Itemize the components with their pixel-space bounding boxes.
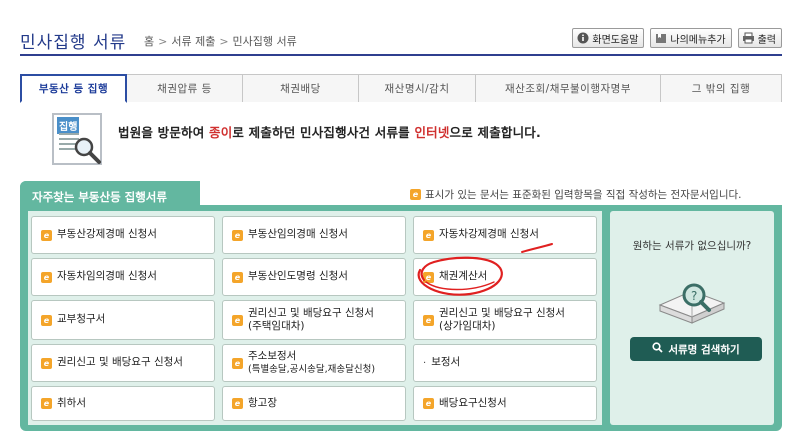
document-search-button[interactable]: 서류명 검색하기	[630, 337, 762, 361]
document-link[interactable]: e 채권계산서	[413, 258, 597, 296]
tab-real-estate[interactable]: 부동산 등 집행	[20, 74, 127, 103]
printer-icon	[742, 32, 755, 45]
tab-seizure[interactable]: 채권압류 등	[126, 74, 243, 102]
tab-property-inquiry[interactable]: 재산조회/채무불이행자명부	[475, 74, 661, 102]
document-link[interactable]: e 부동산임의경매 신청서	[222, 216, 406, 254]
document-link[interactable]: e 자동차강제경매 신청서	[413, 216, 597, 254]
intro-icon-label: 집행	[57, 117, 80, 134]
e-document-notice: e 표시가 있는 문서는 표준화된 입력항목을 직접 작성하는 전자문서입니다.	[410, 187, 742, 202]
document-magnifier-icon: 집행	[52, 113, 102, 165]
document-grid: e 부동산강제경매 신청서 e 부동산임의경매 신청서 e 자동차강제경매 신청서 e…	[28, 211, 602, 425]
e-document-icon: e	[41, 357, 52, 369]
e-document-icon: e	[41, 398, 52, 409]
tab-distribution[interactable]: 채권배당	[242, 74, 359, 102]
document-link[interactable]: e 부동산인도명령 신청서	[222, 258, 406, 296]
info-icon	[576, 32, 589, 45]
e-document-icon: e	[423, 271, 434, 283]
print-button-label: 출력	[757, 34, 776, 46]
no-document-question: 원하는 서류가 없으십니까?	[632, 240, 752, 252]
e-document-icon: e	[41, 271, 52, 283]
add-my-menu-label: 나의메뉴추가	[670, 34, 726, 46]
breadcrumb-documents[interactable]: 서류 제출	[171, 35, 215, 48]
e-document-icon: e	[423, 229, 434, 241]
document-link[interactable]: e 권리신고 및 배당요구 신청서 (상가임대차)	[413, 300, 597, 340]
svg-text:?: ?	[691, 289, 697, 303]
document-link[interactable]: e 권리신고 및 배당요구 신청서 (주택임대차)	[222, 300, 406, 340]
e-document-icon: e	[423, 398, 434, 409]
breadcrumb: 홈 > 서류 제출 > 민사집행 서류	[144, 33, 297, 49]
e-document-icon: e	[232, 314, 243, 326]
red-underline-annotation	[521, 243, 553, 253]
e-document-icon: e	[232, 271, 243, 283]
document-link[interactable]: e 교부청구서	[31, 300, 215, 340]
chevron-right-icon: >	[158, 35, 168, 48]
document-link[interactable]: e 부동산강제경매 신청서	[31, 216, 215, 254]
intro-text: 법원을 방문하여 종이로 제출하던 민사집행사건 서류를 인터넷으로 제출합니다…	[118, 125, 541, 140]
document-link[interactable]: e 취하서	[31, 386, 215, 421]
help-button-label: 화면도움말	[592, 34, 639, 46]
document-link[interactable]: · 보정서	[413, 344, 597, 382]
bullet-icon: ·	[423, 357, 427, 369]
chevron-right-icon: >	[219, 35, 229, 48]
toolbar: 화면도움말 나의메뉴추가 출력	[572, 28, 782, 48]
page-title: 민사집행 서류	[20, 33, 127, 53]
e-document-icon: e	[41, 314, 52, 326]
search-icon	[652, 342, 663, 356]
print-button[interactable]: 출력	[737, 28, 782, 48]
document-link[interactable]: e 자동차임의경매 신청서	[31, 258, 215, 296]
document-link[interactable]: e 권리신고 및 배당요구 신청서	[31, 344, 215, 382]
tab-other-execution[interactable]: 그 밖의 집행	[660, 74, 782, 102]
intro-section: 집행 법원을 방문하여 종이로 제출하던 민사집행사건 서류를 인터넷으로 제출…	[52, 113, 772, 169]
breadcrumb-home[interactable]: 홈	[144, 35, 154, 48]
tab-disclosure[interactable]: 재산명시/감치	[358, 74, 476, 102]
e-document-icon: e	[232, 398, 243, 409]
book-magnifier-icon: ?	[654, 277, 730, 343]
page-header: 민사집행 서류 홈 > 서류 제출 > 민사집행 서류 화면도움말 나의메뉴추가 출력	[20, 0, 782, 56]
e-document-icon: e	[41, 229, 52, 241]
search-side-box: 원하는 서류가 없으십니까? ? 서류명 검색하기	[610, 211, 774, 425]
search-button-label: 서류명 검색하기	[668, 343, 740, 356]
bookmark-icon	[654, 32, 667, 45]
add-my-menu-button[interactable]: 나의메뉴추가	[650, 28, 732, 48]
help-button[interactable]: 화면도움말	[572, 28, 645, 48]
e-document-icon: e	[423, 314, 434, 326]
e-document-icon: e	[232, 357, 243, 369]
e-document-icon: e	[232, 229, 243, 241]
document-link[interactable]: e 항고장	[222, 386, 406, 421]
document-link[interactable]: e 배당요구신청서	[413, 386, 597, 421]
document-link[interactable]: e 주소보정서 (특별송달,공시송달,재송달신청)	[222, 344, 406, 382]
e-document-icon: e	[410, 189, 421, 200]
category-tabs: 부동산 등 집행 채권압류 등 채권배당 재산명시/감치 재산조회/채무불이행자…	[20, 74, 782, 103]
breadcrumb-current: 민사집행 서류	[232, 35, 297, 48]
panel-title: 자주찾는 부동산등 집행서류	[32, 190, 167, 204]
frequent-documents-panel: 자주찾는 부동산등 집행서류 e 표시가 있는 문서는 표준화된 입력항목을 직…	[20, 181, 782, 431]
